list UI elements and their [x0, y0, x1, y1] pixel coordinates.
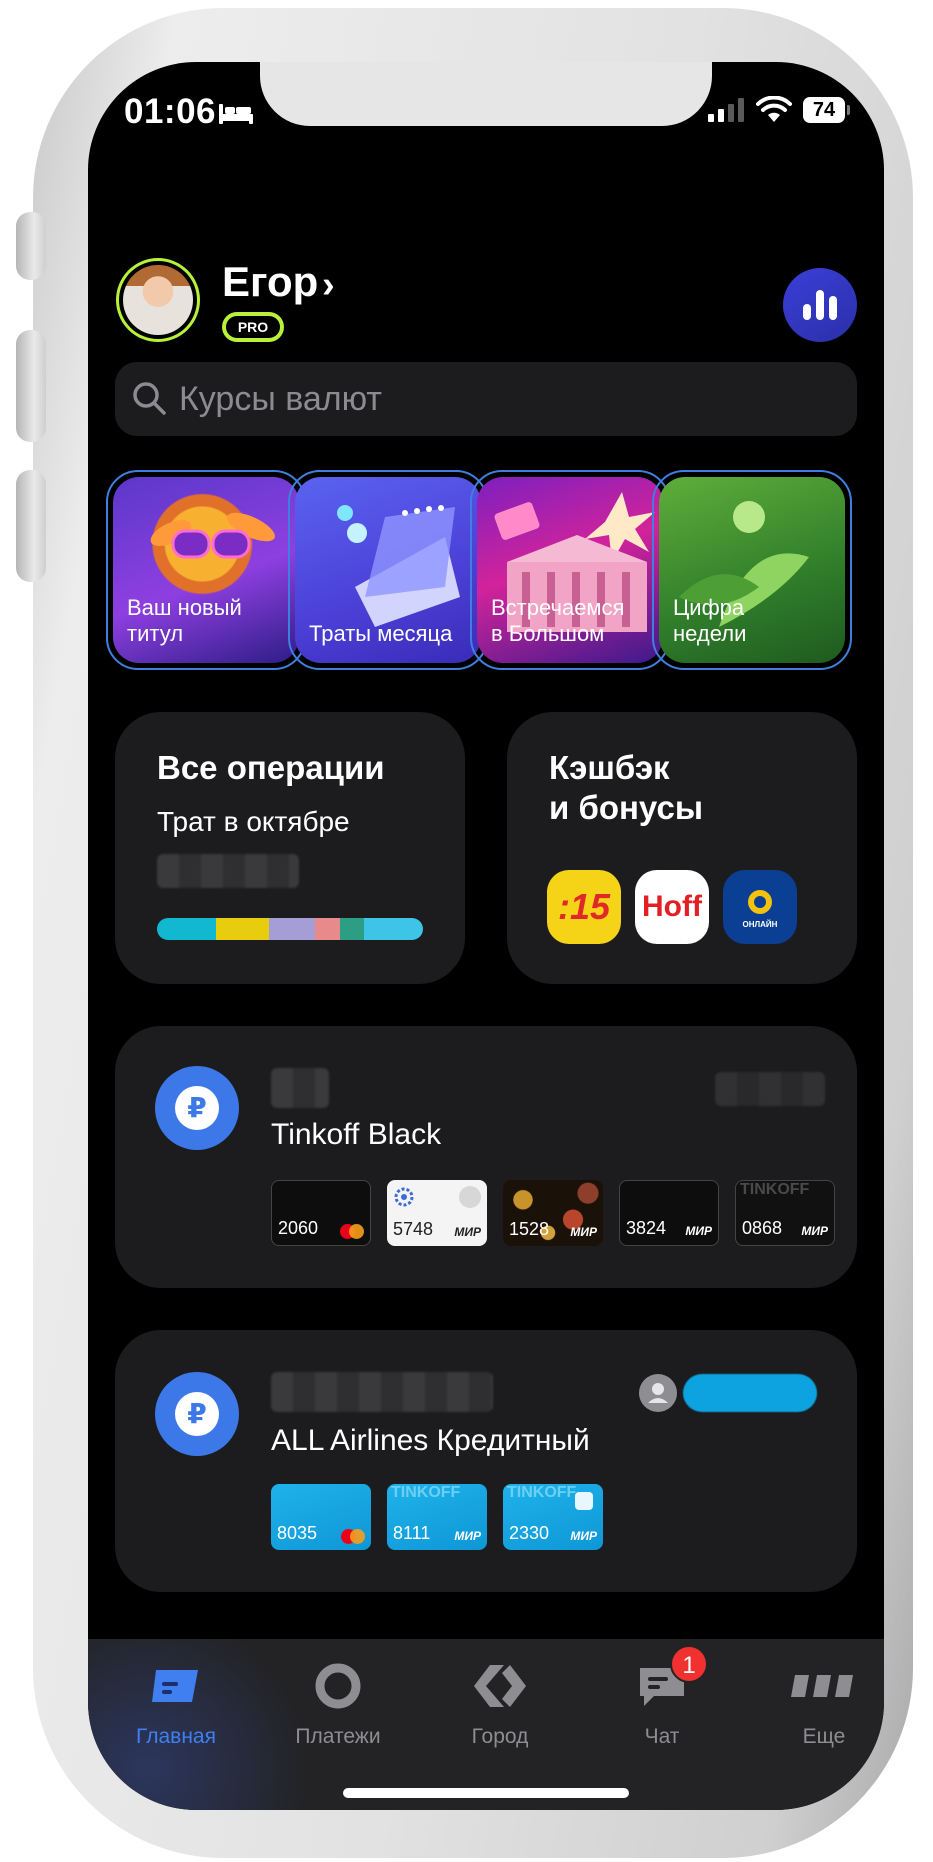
spend-segment [315, 918, 340, 940]
hidden-balance [271, 1068, 329, 1108]
spend-segment [215, 918, 269, 940]
bar-chart-icon [803, 290, 837, 320]
search-placeholder: Курсы валют [179, 380, 382, 418]
card-3824[interactable]: 3824 МИР [619, 1180, 719, 1246]
hidden-balance [271, 1372, 493, 1412]
all-operations-tile[interactable]: Все операции Трат в октябре [115, 712, 465, 984]
payments-icon [315, 1663, 361, 1709]
account-name: ALL Airlines Кредитный [271, 1424, 590, 1457]
partner-logo-hoff[interactable]: Hoff [635, 870, 709, 944]
card-0868[interactable]: TINKOFF 0868 МИР [735, 1180, 835, 1246]
action-button [16, 212, 46, 280]
tab-more[interactable]: Еще [754, 1659, 884, 1749]
partner-logo-online[interactable]: ОНЛАЙН [723, 870, 797, 944]
story-new-title[interactable]: Ваш новый титул [106, 470, 306, 670]
card-2060[interactable]: 2060 [271, 1180, 371, 1246]
story-number-of-week[interactable]: Цифра недели [652, 470, 852, 670]
story-bolshoi[interactable]: Встречаемся в Большом [470, 470, 670, 670]
hidden-cashback [715, 1072, 825, 1106]
account-name: Tinkoff Black [271, 1118, 442, 1151]
spending-category-bar [157, 918, 423, 940]
partner-logo-15[interactable]: :15 [547, 870, 621, 944]
card-1528[interactable]: 1528 МИР [503, 1180, 603, 1246]
sleep-focus-icon [219, 104, 253, 124]
story-label: Встречаемся в Большом [491, 595, 625, 646]
account-card-all-airlines[interactable]: ₽ ALL Airlines Кредитный 8035 TINKOFF 81… [115, 1330, 857, 1592]
card-logo-text: TINKOFF [391, 1484, 461, 1501]
pro-badge-label: PRO [226, 316, 280, 338]
hidden-amount [157, 854, 299, 888]
tab-chat[interactable]: 1 Чат [592, 1645, 732, 1749]
tab-city[interactable]: Город [430, 1659, 570, 1749]
volume-down-button [16, 470, 46, 582]
spend-segment [268, 918, 316, 940]
card-2330[interactable]: TINKOFF 2330 МИР [503, 1484, 603, 1550]
flower-logo-icon [748, 889, 772, 914]
spend-segment [157, 918, 216, 940]
cashback-tile[interactable]: Кэшбэк и бонусы :15 Hoff ОНЛАЙН [507, 712, 857, 984]
story-label: Траты месяца [309, 621, 453, 646]
user-name[interactable]: Егор [222, 258, 318, 306]
tab-home[interactable]: Главная [106, 1659, 246, 1749]
ruble-account-icon: ₽ [155, 1372, 239, 1456]
chat-unread-badge: 1 [670, 1645, 708, 1683]
analytics-button[interactable] [783, 268, 857, 342]
avatar[interactable] [116, 258, 200, 342]
chevron-right-icon: › [322, 264, 335, 306]
cloud-icon [459, 1186, 481, 1208]
card-logo-text: TINKOFF [507, 1484, 577, 1501]
story-label: Цифра недели [673, 595, 747, 646]
more-icon [791, 1675, 853, 1697]
search-icon [133, 382, 166, 415]
home-icon [152, 1670, 198, 1702]
spend-segment [339, 918, 365, 940]
notch [260, 62, 712, 126]
gear-logo-icon [394, 1187, 414, 1207]
tab-bar: Главная Платежи Город 1 Чат Еще [88, 1639, 884, 1810]
battery-indicator: 74 [803, 97, 850, 123]
account-card-tinkoff-black[interactable]: ₽ Tinkoff Black 2060 5748 МИР 1528 МИР 3… [115, 1026, 857, 1288]
cashback-title: Кэшбэк и бонусы [549, 749, 703, 826]
wifi-icon [756, 96, 792, 122]
hidden-miles-pill [683, 1374, 817, 1412]
city-icon [474, 1665, 526, 1707]
operations-title: Все операции [157, 749, 385, 786]
owner-avatar-icon [639, 1374, 677, 1412]
cellular-signal-icon [708, 98, 744, 122]
tab-payments[interactable]: Платежи [268, 1659, 408, 1749]
mastercard-icon [340, 1224, 364, 1239]
card-8111[interactable]: TINKOFF 8111 МИР [387, 1484, 487, 1550]
card-8035[interactable]: 8035 [271, 1484, 371, 1550]
avatar-photo [123, 265, 193, 335]
ruble-account-icon: ₽ [155, 1066, 239, 1150]
spend-segment [364, 918, 423, 940]
home-indicator[interactable] [343, 1788, 629, 1798]
search-field[interactable]: Курсы валют [115, 362, 857, 436]
story-label: Ваш новый титул [127, 595, 242, 646]
user-icon [575, 1492, 593, 1510]
pro-badge: PRO [222, 312, 284, 342]
phone-screen: 01:06 74 Егор › PRO Курсы валют Ваш новы… [88, 62, 884, 1810]
operations-subtitle: Трат в октябре [157, 806, 350, 837]
mastercard-icon [341, 1529, 365, 1544]
story-monthly-spending[interactable]: Траты месяца [288, 470, 488, 670]
card-5748[interactable]: 5748 МИР [387, 1180, 487, 1246]
status-time: 01:06 [124, 92, 217, 131]
card-logo-text: TINKOFF [740, 1181, 810, 1198]
volume-up-button [16, 330, 46, 442]
